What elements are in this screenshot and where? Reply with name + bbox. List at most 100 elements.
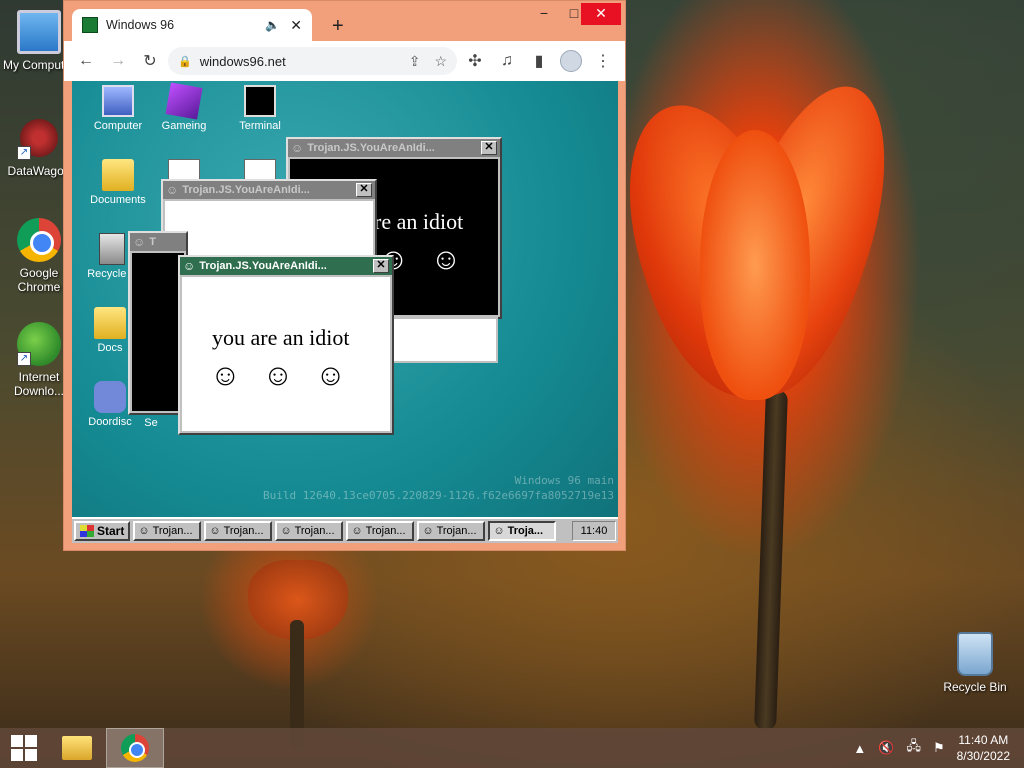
task-label: Trojan... <box>152 525 193 537</box>
window-titlebar[interactable]: ☺ Trojan.JS.YouAreAnIdi... ✕ <box>288 139 500 157</box>
watermark-line: Windows 96 main <box>514 474 614 487</box>
smiley-icon: ☺ <box>209 525 221 537</box>
smiley-icon: ☺ <box>351 525 363 537</box>
w96-icon-se[interactable]: Se <box>136 417 166 429</box>
windows96-flag-icon <box>80 525 94 537</box>
w96-task-button[interactable]: ☺ Trojan... <box>204 521 273 541</box>
w96-task-button-active[interactable]: ☺ Troja... <box>488 521 557 541</box>
trojan-window-body <box>392 317 498 363</box>
idiot-text: re an idiot <box>374 209 464 234</box>
shortcut-arrow-icon: ↗ <box>17 352 31 366</box>
smiley-icon: ☺ <box>138 525 150 537</box>
profile-avatar[interactable] <box>557 47 585 75</box>
monitor-icon <box>17 10 61 54</box>
computer-icon <box>102 85 134 117</box>
recycle-bin-icon <box>99 233 125 265</box>
virus-icon: ↗ <box>17 116 61 160</box>
w96-taskbar: Start ☺ Trojan... ☺ Trojan... ☺ Trojan... ☺… <box>72 517 618 543</box>
w96-icon-computer[interactable]: Computer <box>82 85 154 132</box>
close-button[interactable]: ✕ <box>581 3 621 25</box>
minimize-button[interactable]: − <box>529 3 559 25</box>
taskbar-file-explorer[interactable] <box>48 728 106 768</box>
task-label: Troja... <box>507 525 544 537</box>
start-label: Start <box>97 524 125 538</box>
taskbar-google-chrome[interactable] <box>106 728 164 768</box>
w96-task-button[interactable]: ☺ Trojan... <box>417 521 486 541</box>
chrome-titlebar[interactable]: Windows 96 🔈 ✕ + − □ ✕ <box>64 1 625 41</box>
tab-title: Windows 96 <box>106 18 175 32</box>
w96-icon-terminal[interactable]: Terminal <box>224 85 296 132</box>
menu-kebab-icon[interactable]: ⋮ <box>589 47 617 75</box>
task-label: Trojan... <box>365 525 406 537</box>
lock-icon[interactable]: 🔒 <box>178 55 192 68</box>
side-panel-icon[interactable]: ▮ <box>525 47 553 75</box>
share-icon[interactable]: ⇪ <box>409 53 421 70</box>
w96-start-button[interactable]: Start <box>74 521 131 541</box>
window-titlebar[interactable]: ☺ Trojan.JS.YouAreAnIdi... ✕ <box>180 257 392 275</box>
clock-time: 11:40 AM <box>958 733 1009 747</box>
smiley-faces: ☺☺☺ <box>210 359 368 392</box>
window-close-button[interactable]: ✕ <box>481 141 497 155</box>
file-explorer-icon <box>62 736 92 760</box>
windows-logo-icon <box>11 735 37 761</box>
shortcut-arrow-icon: ↗ <box>17 146 31 160</box>
discord-icon <box>94 381 126 413</box>
host-taskbar: ▲ 🔇 🖧 ⚑ 11:40 AM 8/30/2022 <box>0 728 1024 768</box>
window-titlebar[interactable]: ☺ T <box>130 233 186 251</box>
windows96-desktop[interactable]: Computer Gameing Terminal Documents Recy… <box>72 81 618 543</box>
task-label: Trojan... <box>436 525 477 537</box>
folder-icon <box>102 159 134 191</box>
speaker-muted-icon[interactable]: 🔇 <box>878 740 894 756</box>
recycle-bin-icon <box>957 632 993 676</box>
windows-start-button[interactable] <box>0 728 48 768</box>
w96-icon-label: Terminal <box>239 120 281 132</box>
extensions-puzzle-icon[interactable]: ✣ <box>461 47 489 75</box>
idiot-text: you are an idiot <box>212 325 350 350</box>
wallpaper-tulip-stem <box>754 389 788 731</box>
w96-icon-label: Computer <box>93 120 143 132</box>
window-title: Trojan.JS.YouAreAnIdi... <box>199 260 327 272</box>
smiley-icon: ☺ <box>422 525 434 537</box>
trojan-window-active[interactable]: ☺ Trojan.JS.YouAreAnIdi... ✕ you are an … <box>178 255 394 435</box>
back-arrow-icon[interactable]: ← <box>72 47 100 75</box>
window-content: you are an idiot ☺☺☺ <box>182 277 390 431</box>
network-icon[interactable]: 🖧 <box>906 737 921 759</box>
smiley-icon: ☺ <box>166 183 179 197</box>
taskbar-clock[interactable]: 11:40 AM 8/30/2022 <box>957 732 1010 764</box>
media-control-icon[interactable]: ♫ <box>493 47 521 75</box>
w96-task-button[interactable]: ☺ Trojan... <box>133 521 202 541</box>
url-text: windows96.net <box>199 53 286 69</box>
smiley-icon: ☺ <box>183 259 196 273</box>
watermark-line: Build 12640.13ce0705.220829-1126.f62e669… <box>263 489 614 502</box>
w96-task-button[interactable]: ☺ Trojan... <box>346 521 415 541</box>
desktop-icon-recycle-bin[interactable]: Recycle Bin <box>936 632 1014 694</box>
clock-date: 8/30/2022 <box>956 749 1010 763</box>
reload-icon[interactable]: ↻ <box>136 47 164 75</box>
window-title: T <box>149 236 156 248</box>
window-content <box>132 253 184 411</box>
windows96-favicon-icon <box>82 17 98 33</box>
address-bar[interactable]: 🔒 windows96.net ⇪ ☆ <box>168 47 457 75</box>
w96-icon-label: Se <box>144 417 158 429</box>
window-close-button[interactable]: ✕ <box>356 183 372 197</box>
action-center-flag-icon[interactable]: ⚑ <box>933 740 945 756</box>
forward-arrow-icon[interactable]: → <box>104 47 132 75</box>
tab-close-icon[interactable]: ✕ <box>290 17 302 34</box>
browser-tab[interactable]: Windows 96 🔈 ✕ <box>72 9 312 41</box>
w96-icon-gameing[interactable]: Gameing <box>148 82 220 132</box>
window-close-button[interactable]: ✕ <box>373 259 389 273</box>
bookmark-star-icon[interactable]: ☆ <box>434 53 447 70</box>
window-title: Trojan.JS.YouAreAnIdi... <box>182 184 310 196</box>
new-tab-button[interactable]: + <box>332 15 344 38</box>
cube-icon <box>165 82 203 120</box>
show-hidden-icons-chevron-icon[interactable]: ▲ <box>853 741 866 756</box>
folder-icon <box>94 307 126 339</box>
w96-icon-documents[interactable]: Documents <box>82 159 154 206</box>
system-tray: ▲ 🔇 🖧 ⚑ 11:40 AM 8/30/2022 <box>853 732 1024 764</box>
window-titlebar[interactable]: ☺ Trojan.JS.YouAreAnIdi... ✕ <box>163 181 375 199</box>
task-label: Trojan... <box>223 525 264 537</box>
speaker-icon[interactable]: 🔈 <box>265 18 280 32</box>
build-watermark: Windows 96 main Build 12640.13ce0705.220… <box>263 473 614 503</box>
w96-task-button[interactable]: ☺ Trojan... <box>275 521 344 541</box>
smiley-icon: ☺ <box>291 141 304 155</box>
